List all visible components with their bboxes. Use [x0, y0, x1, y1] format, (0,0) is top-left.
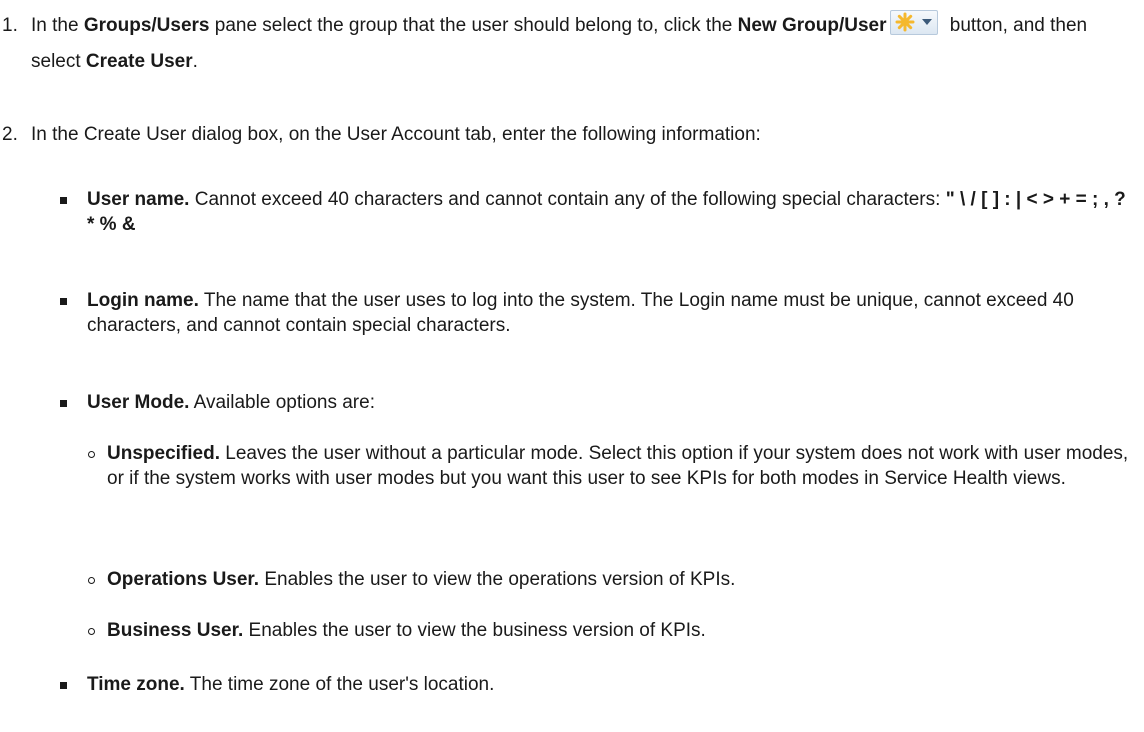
mode-term: Operations User.: [107, 569, 260, 590]
mode-desc: Enables the user to view the business ve…: [243, 620, 706, 641]
bullet-square: [60, 682, 67, 689]
step-number: 2.: [2, 124, 18, 145]
mode-desc: Enables the user to view the operations …: [259, 569, 736, 590]
list-item-user-mode: User Mode. Available options are:: [60, 390, 1130, 415]
step-2-text: In the Create User dialog box, on the Us…: [31, 124, 761, 145]
field-desc: Cannot exceed 40 characters and cannot c…: [189, 189, 946, 210]
mode-term: Business User.: [107, 620, 244, 641]
list-item-text: Time zone. The time zone of the user's l…: [87, 672, 1130, 697]
document-page: 1. In the Groups/Users pane select the g…: [0, 0, 1144, 732]
field-term: User Mode.: [87, 392, 190, 413]
field-desc: Available options are:: [189, 392, 375, 413]
field-desc: The time zone of the user's location.: [184, 674, 495, 695]
new-group-user-ref: New Group/User: [737, 15, 887, 36]
list-item-text: Operations User. Enables the user to vie…: [107, 567, 1137, 592]
create-user-ref: Create User: [85, 51, 193, 72]
step-1-end: .: [192, 51, 198, 72]
bullet-square: [60, 197, 67, 204]
list-item-operations-user: Operations User. Enables the user to vie…: [87, 567, 1137, 592]
list-item-user-name: User name. Cannot exceed 40 characters a…: [60, 187, 1130, 237]
mode-desc: Leaves the user without a particular mod…: [107, 443, 1129, 489]
step-1-mid: pane select the group that the user shou…: [209, 15, 738, 36]
groups-users-pane-ref: Groups/Users: [83, 15, 210, 36]
bullet-circle: [88, 577, 95, 584]
step-1-pre: In the: [31, 15, 84, 36]
bullet-square: [60, 298, 67, 305]
list-item-time-zone: Time zone. The time zone of the user's l…: [60, 672, 1130, 697]
list-item-text: Unspecified. Leaves the user without a p…: [107, 441, 1137, 491]
star-icon: [895, 12, 915, 32]
bullet-circle: [88, 628, 95, 635]
mode-term: Unspecified.: [107, 443, 220, 464]
chevron-down-icon: [922, 19, 933, 25]
bullet-square: [60, 400, 67, 407]
field-term: Login name.: [87, 290, 199, 311]
list-item-login-name: Login name. The name that the user uses …: [60, 288, 1130, 338]
list-item-business-user: Business User. Enables the user to view …: [87, 618, 1137, 643]
step-number: 1.: [2, 15, 18, 36]
list-item-text: User Mode. Available options are:: [87, 390, 1130, 415]
field-term: User name.: [87, 189, 190, 210]
list-item-text: Login name. The name that the user uses …: [87, 288, 1130, 338]
field-desc: The name that the user uses to log into …: [87, 290, 1074, 336]
new-group-user-button[interactable]: [890, 10, 939, 35]
step-1-text: In the Groups/Users pane select the grou…: [31, 8, 1111, 80]
bullet-circle: [88, 451, 95, 458]
list-item-unspecified: Unspecified. Leaves the user without a p…: [87, 441, 1137, 491]
field-term: Time zone.: [87, 674, 185, 695]
list-item-text: Business User. Enables the user to view …: [107, 618, 1137, 643]
list-item-text: User name. Cannot exceed 40 characters a…: [87, 187, 1130, 237]
